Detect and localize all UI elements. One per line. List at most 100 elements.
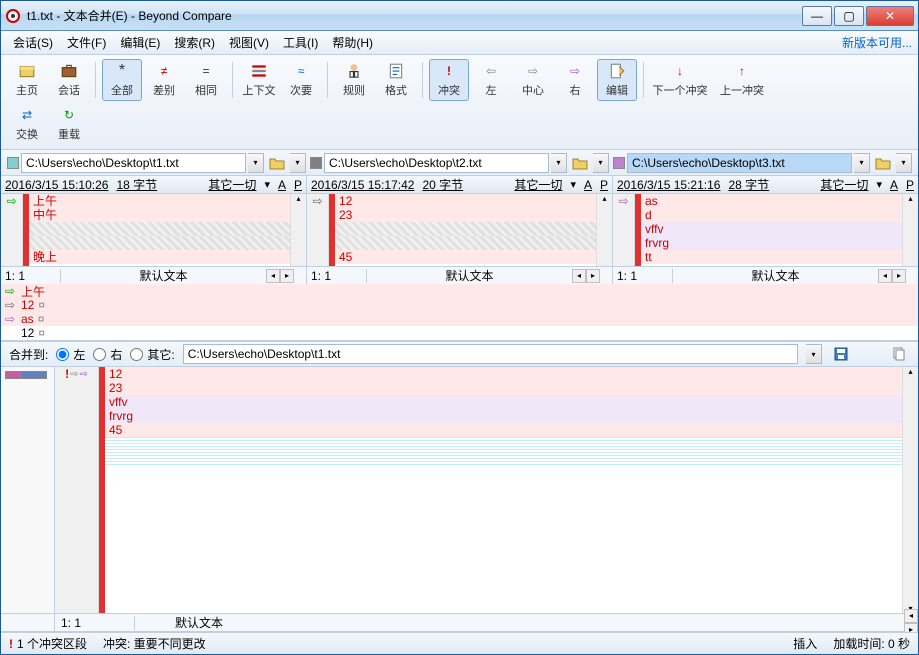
menu-file[interactable]: 文件(F) — [61, 32, 112, 53]
center-button[interactable]: ⇨中心 — [513, 59, 553, 101]
center-pos: 1: 1 — [307, 269, 367, 283]
menu-view[interactable]: 视图(V) — [223, 32, 275, 53]
center-a[interactable]: A — [584, 178, 592, 192]
edit-icon — [608, 62, 626, 80]
sessions-button[interactable]: 会话 — [49, 59, 89, 101]
left-browse-dropdown[interactable]: ▾ — [290, 153, 306, 173]
left-path-input[interactable]: C:\Users\echo\Desktop\t1.txt — [21, 153, 246, 173]
left-text[interactable]: 上午 中午 晚上 — [29, 194, 290, 266]
center-scrollbar[interactable]: ▴ — [596, 194, 612, 266]
center-browse-dropdown[interactable]: ▾ — [593, 153, 609, 173]
merge-radio-right[interactable] — [93, 348, 106, 361]
prev-conflict-button[interactable]: ↑上一冲突 — [712, 59, 772, 101]
right-browse-dropdown[interactable]: ▾ — [896, 153, 912, 173]
thumbnail-column[interactable] — [1, 367, 55, 613]
left-path-dropdown[interactable]: ▾ — [248, 153, 264, 173]
right-path-input[interactable]: C:\Users\echo\Desktop\t3.txt — [627, 153, 852, 173]
conflict-desc: 冲突: 重要不同更改 — [103, 635, 206, 652]
scroll-left-button[interactable]: ◂ — [904, 609, 918, 623]
menu-edit[interactable]: 编辑(E) — [114, 32, 166, 53]
right-path-dropdown[interactable]: ▾ — [854, 153, 870, 173]
exclaim-icon: ! — [440, 62, 458, 80]
right-scrollbar[interactable]: ▴ — [902, 194, 918, 266]
scroll-right-button[interactable]: ▸ — [280, 269, 294, 283]
left-gutter: ⇨ — [1, 194, 23, 266]
edit-button[interactable]: 编辑 — [597, 59, 637, 101]
close-button[interactable]: ✕ — [866, 6, 914, 26]
left-button[interactable]: ⇦左 — [471, 59, 511, 101]
same-button[interactable]: =相同 — [186, 59, 226, 101]
merge-opt-right[interactable]: 右 — [93, 346, 122, 363]
left-encoding: 默认文本 — [61, 267, 266, 284]
swap-button[interactable]: ⇄交换 — [7, 103, 47, 145]
center-p[interactable]: P — [600, 178, 608, 192]
merge-to-label: 合并到: — [9, 346, 48, 363]
center-path-group: C:\Users\echo\Desktop\t2.txt ▾ ▾ — [310, 153, 609, 173]
conflict-button[interactable]: !冲突 — [429, 59, 469, 101]
reload-button[interactable]: ↻重载 — [49, 103, 89, 145]
arrow-icon: ⇨ — [70, 369, 78, 380]
next-conflict-button[interactable]: ↓下一个冲突 — [650, 59, 710, 101]
merge-text[interactable]: 12 23 vffv frvrg 45 — [105, 367, 902, 613]
new-version-link[interactable]: 新版本可用... — [842, 34, 912, 51]
center-browse-button[interactable] — [569, 153, 591, 173]
left-browse-button[interactable] — [266, 153, 288, 173]
center-text[interactable]: 12 23 45 — [335, 194, 596, 266]
diff-row[interactable]: 12¤ — [1, 326, 918, 340]
context-button[interactable]: 上下文 — [239, 59, 279, 101]
center-color-icon — [310, 157, 322, 169]
diffs-button[interactable]: ≠差别 — [144, 59, 184, 101]
thumbnail-icon — [5, 371, 47, 379]
merge-path-input[interactable]: C:\Users\echo\Desktop\t1.txt — [183, 344, 798, 364]
left-scrollbar[interactable]: ▴ — [290, 194, 306, 266]
all-button[interactable]: *全部 — [102, 59, 142, 101]
insert-mode: 插入 — [793, 635, 817, 652]
merge-path-dropdown[interactable]: ▾ — [806, 344, 822, 364]
left-filter[interactable]: 其它一切 — [208, 176, 256, 193]
merge-radio-other[interactable] — [130, 348, 143, 361]
copy-button[interactable] — [888, 344, 910, 364]
left-p[interactable]: P — [294, 178, 302, 192]
right-pane-header: 2016/3/15 15:21:16 28 字节 其它一切▾ A P — [613, 176, 918, 194]
right-a[interactable]: A — [890, 178, 898, 192]
merge-opt-other[interactable]: 其它: — [130, 346, 174, 363]
merge-pane: !⇨⇨ 12 23 vffv frvrg 45 ▴▾ — [1, 367, 918, 614]
right-text[interactable]: as d vffv frvrg tt — [641, 194, 902, 266]
center-pane-status: 1: 1 默认文本 ◂▸ — [307, 266, 612, 284]
center-path-input[interactable]: C:\Users\echo\Desktop\t2.txt — [324, 153, 549, 173]
merge-radio-left[interactable] — [56, 348, 69, 361]
left-a[interactable]: A — [278, 178, 286, 192]
menu-tools[interactable]: 工具(I) — [277, 32, 324, 53]
left-pane-body[interactable]: ⇨ 上午 中午 晚上 ▴ — [1, 194, 306, 266]
menu-session[interactable]: 会话(S) — [7, 32, 59, 53]
rules-button[interactable]: 规则 — [334, 59, 374, 101]
merge-scrollbar[interactable]: ▴▾ — [902, 367, 918, 613]
scroll-left-button[interactable]: ◂ — [266, 269, 280, 283]
merge-opt-left[interactable]: 左 — [56, 346, 85, 363]
right-pane-body[interactable]: ⇨ as d vffv frvrg tt ▴ — [613, 194, 918, 266]
statusbar: !1 个冲突区段 冲突: 重要不同更改 插入 加载时间: 0 秒 — [1, 632, 918, 654]
right-pos: 1: 1 — [613, 269, 673, 283]
exclaim-icon: ! — [9, 637, 13, 651]
minimize-button[interactable]: — — [802, 6, 832, 26]
maximize-button[interactable]: ▢ — [834, 6, 864, 26]
not-equal-icon: ≠ — [155, 62, 173, 80]
right-p[interactable]: P — [906, 178, 914, 192]
center-path-dropdown[interactable]: ▾ — [551, 153, 567, 173]
right-filter[interactable]: 其它一切 — [820, 176, 868, 193]
menu-help[interactable]: 帮助(H) — [326, 32, 379, 53]
diff-row[interactable]: ⇨as¤ — [1, 312, 918, 326]
menu-search[interactable]: 搜索(R) — [168, 32, 221, 53]
center-pane-body[interactable]: ⇨ 12 23 45 ▴ — [307, 194, 612, 266]
home-button[interactable]: 主页 — [7, 59, 47, 101]
right-button[interactable]: ⇨右 — [555, 59, 595, 101]
arrow-icon: ⇨ — [80, 369, 88, 380]
minor-button[interactable]: ≈次要 — [281, 59, 321, 101]
diff-row[interactable]: ⇨上午 — [1, 284, 918, 298]
center-filter[interactable]: 其它一切 — [514, 176, 562, 193]
format-button[interactable]: 格式 — [376, 59, 416, 101]
merge-bar: 合并到: 左 右 其它: C:\Users\echo\Desktop\t1.tx… — [1, 341, 918, 367]
save-button[interactable] — [830, 344, 852, 364]
diff-row[interactable]: ⇨12¤ — [1, 298, 918, 312]
right-browse-button[interactable] — [872, 153, 894, 173]
